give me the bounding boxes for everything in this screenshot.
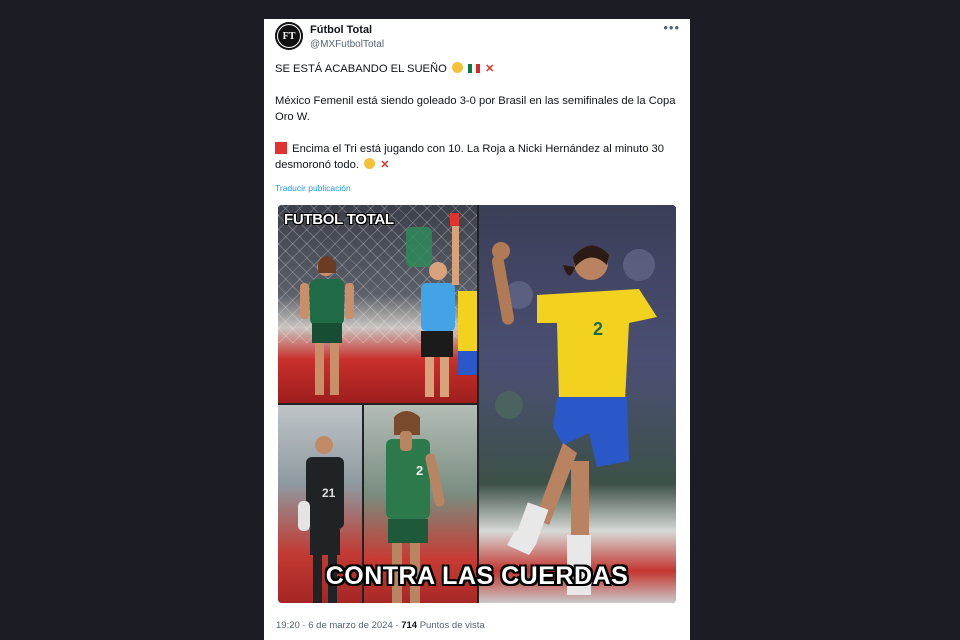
post-time[interactable]: 19:20 [276, 620, 300, 631]
photo-panel-referee: FUTBOL TOTAL [278, 205, 477, 403]
more-options-icon[interactable]: ••• [663, 20, 680, 35]
post-line-1-text: SE ESTÁ ACABANDO EL SUEÑO [275, 63, 447, 75]
post-line-1: SE ESTÁ ACABANDO EL SUEÑO ✕ [275, 61, 685, 77]
post-paragraph-2: México Femenil está siendo goleado 3-0 p… [275, 95, 676, 123]
display-name[interactable]: Fútbol Total [310, 24, 372, 36]
post-card: FT Fútbol Total @MXFutbolTotal ••• SE ES… [264, 19, 690, 640]
meta-separator: · [395, 620, 399, 631]
user-handle[interactable]: @MXFutbolTotal [310, 39, 384, 50]
views-label: Puntos de vista [419, 620, 485, 631]
post-text: SE ESTÁ ACABANDO EL SUEÑO ✕ México Femen… [275, 61, 685, 173]
jersey-number-label: 2 [593, 319, 603, 339]
avatar[interactable]: FT [275, 22, 303, 50]
red-cross-icon: ✕ [380, 159, 390, 171]
sad-emoji-icon [364, 158, 376, 169]
meta-separator: · [302, 620, 306, 631]
jersey-number-label: 2 [416, 463, 423, 478]
post-paragraph-3-text: Encima el Tri está jugando con 10. La Ro… [275, 143, 664, 171]
image-caption: CONTRA LAS CUERDAS [325, 562, 629, 590]
views-count: 714 [401, 620, 418, 631]
sad-emoji-icon [451, 62, 463, 73]
jersey-number-label: 21 [322, 486, 336, 500]
players-illustration [300, 213, 477, 397]
translate-link[interactable]: Traducir publicación [275, 183, 351, 193]
brand-logo-text: FUTBOL TOTAL [284, 211, 394, 228]
photo-panel-celebration: 2 [479, 205, 676, 603]
post-date[interactable]: 6 de marzo de 2024 [308, 620, 393, 631]
post-paragraph-3: Encima el Tri está jugando con 10. La Ro… [275, 141, 685, 173]
red-cross-icon: ✕ [485, 63, 495, 75]
post-meta: 19:20 · 6 de marzo de 2024 · 714 Puntos … [276, 620, 485, 631]
post-media-image[interactable]: FUTBOL TOTAL 2 21 2 CONTRA LAS CUERDAS [278, 205, 676, 603]
brazil-player-illustration: 2 [491, 242, 657, 595]
post-header: FT Fútbol Total @MXFutbolTotal ••• [275, 20, 680, 56]
red-card-icon [275, 142, 287, 154]
mexico-flag-icon [468, 64, 481, 73]
